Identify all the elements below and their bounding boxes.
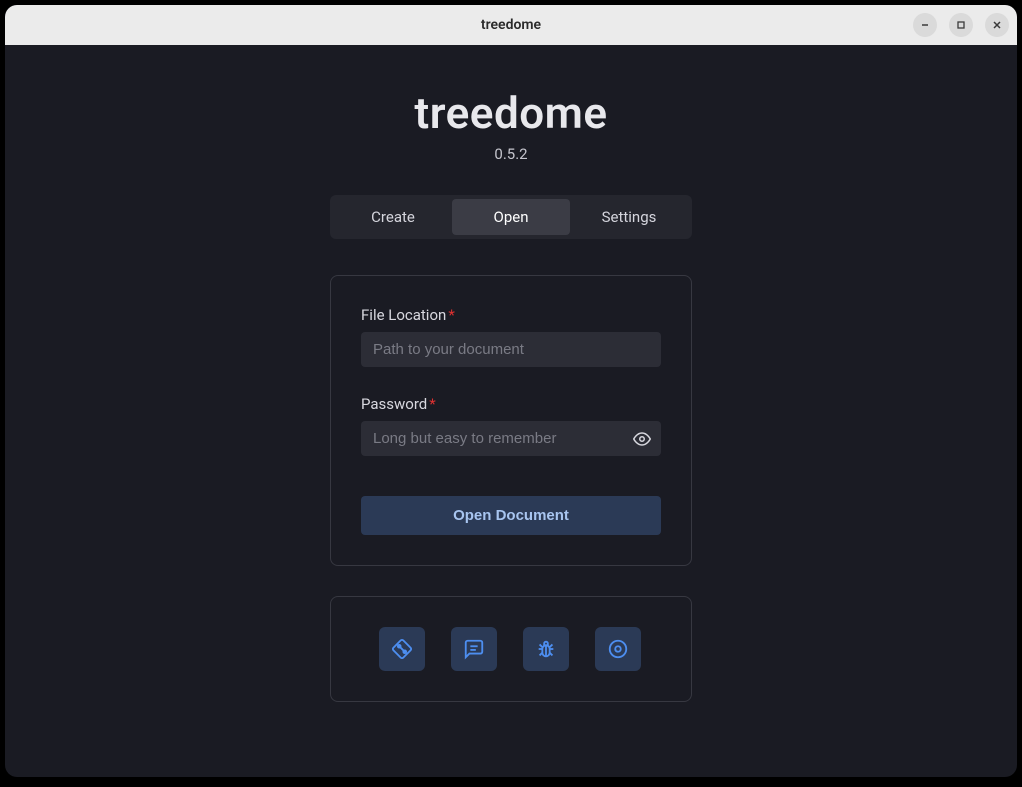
open-form-panel: File Location* Password* [330,275,692,566]
toggle-password-visibility[interactable] [633,430,651,448]
minimize-icon [920,20,930,30]
password-label: Password* [361,395,661,413]
tab-settings[interactable]: Settings [570,199,688,235]
chat-icon [463,638,485,660]
chat-link-button[interactable] [451,627,497,671]
file-location-label: File Location* [361,306,661,324]
file-location-field: File Location* [361,306,661,367]
content-area: treedome 0.5.2 Create Open Settings File… [5,45,1017,777]
app-title: treedome [414,87,607,139]
required-indicator: * [448,306,454,324]
license-icon [607,638,629,660]
git-link-button[interactable] [379,627,425,671]
file-location-label-text: File Location [361,306,446,324]
password-input-wrapper [361,421,661,456]
window-controls [913,13,1009,37]
file-location-input-wrapper [361,332,661,367]
git-icon [391,638,413,660]
bug-link-button[interactable] [523,627,569,671]
maximize-button[interactable] [949,13,973,37]
password-field: Password* [361,395,661,456]
open-document-button[interactable]: Open Document [361,496,661,535]
bug-icon [535,638,557,660]
app-version: 0.5.2 [494,145,527,163]
password-label-text: Password [361,395,427,413]
app-window: treedome treedome 0.5.2 Create Open Sett… [5,5,1017,777]
tab-create[interactable]: Create [334,199,452,235]
eye-icon [633,430,651,448]
window-title: treedome [481,17,541,33]
password-input[interactable] [361,421,661,456]
close-icon [992,20,1002,30]
titlebar: treedome [5,5,1017,45]
links-panel [330,596,692,702]
tab-bar: Create Open Settings [330,195,692,239]
minimize-button[interactable] [913,13,937,37]
required-indicator: * [429,395,435,413]
license-link-button[interactable] [595,627,641,671]
close-button[interactable] [985,13,1009,37]
maximize-icon [956,20,966,30]
file-location-input[interactable] [361,332,661,367]
tab-open[interactable]: Open [452,199,570,235]
